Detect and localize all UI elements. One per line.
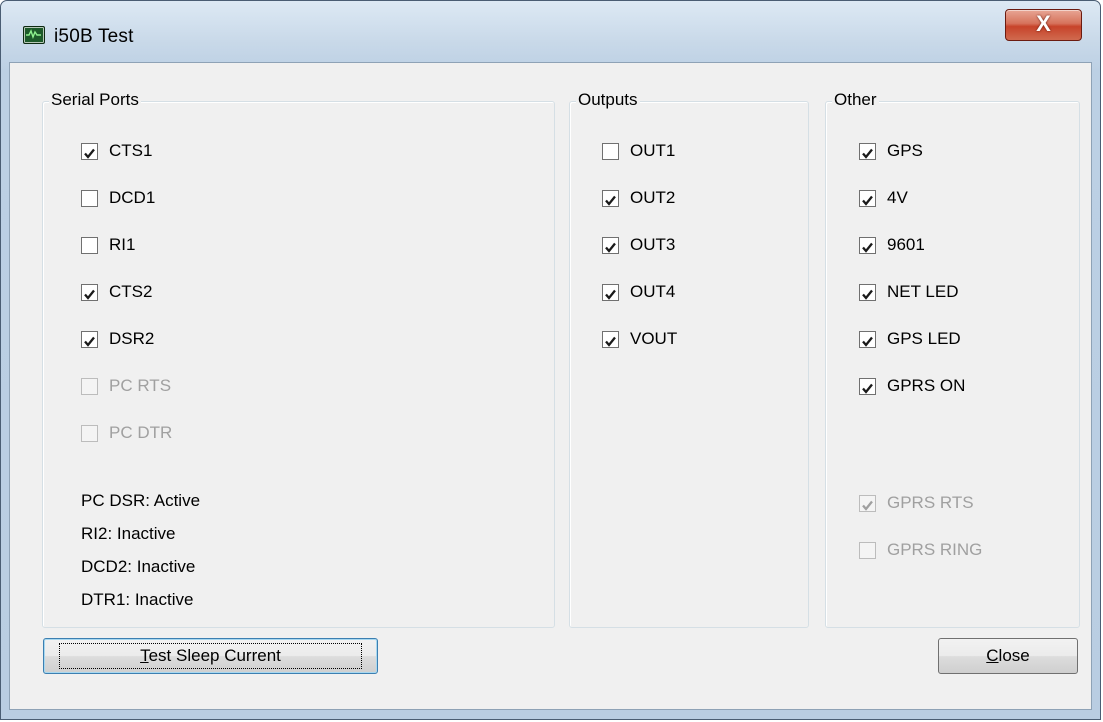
title-bar[interactable]: i50B Test X (1, 1, 1100, 63)
checkbox-gps-led[interactable]: GPS LED (859, 327, 961, 351)
test-sleep-current-label: Test Sleep Current (59, 643, 362, 669)
checkbox-out2[interactable]: OUT2 (602, 186, 675, 210)
checkbox-gps[interactable]: GPS (859, 139, 923, 163)
checkbox-label: GPRS RTS (887, 493, 974, 512)
checkbox-label: VOUT (630, 329, 678, 348)
close-button[interactable]: Close (938, 638, 1078, 674)
checkbox-label: OUT2 (630, 188, 676, 207)
dialog-client-area: Serial Ports CTS1 DCD1 RI1 CTS2 DSR2 PC RTS PC… (9, 62, 1092, 710)
outputs-group-label: Outputs (576, 90, 640, 110)
status-line: RI2: Inactive (81, 524, 176, 543)
checkmark-icon (859, 189, 876, 207)
checkbox-label: 9601 (887, 235, 925, 254)
checkbox-out1[interactable]: OUT1 (602, 139, 675, 163)
serial-ports-group: Serial Ports CTS1 DCD1 RI1 CTS2 DSR2 PC RTS PC… (42, 90, 555, 628)
checkmark-icon (859, 377, 876, 395)
checkbox-gprs-rts: GPRS RTS (859, 491, 974, 515)
checkmark-icon (859, 283, 876, 301)
app-waveform-icon (23, 26, 45, 44)
checkbox-gprs-on[interactable]: GPRS ON (859, 374, 965, 398)
checkbox-label: GPS (887, 141, 923, 160)
checkmark-icon (859, 142, 876, 160)
checkbox-9601[interactable]: 9601 (859, 233, 925, 257)
checkbox-dsr2[interactable]: DSR2 (81, 327, 154, 351)
test-sleep-current-button[interactable]: Test Sleep Current (43, 638, 378, 674)
checkmark-icon (859, 494, 876, 512)
checkbox-label: CTS2 (109, 282, 153, 301)
checkbox-4v[interactable]: 4V (859, 186, 908, 210)
close-button-label: Close (986, 646, 1030, 665)
checkbox-label: CTS1 (109, 141, 153, 160)
checkbox-label: RI1 (109, 235, 136, 254)
checkmark-icon (81, 283, 98, 301)
checkbox-box (81, 189, 98, 207)
checkmark-icon (602, 283, 619, 301)
checkbox-cts2[interactable]: CTS2 (81, 280, 152, 304)
checkmark-icon (602, 330, 619, 348)
checkbox-label: OUT1 (630, 141, 676, 160)
dialog-window: i50B Test X Serial Ports CTS1 DCD1 RI1 CTS2… (0, 0, 1101, 720)
checkmark-icon (81, 330, 98, 348)
checkmark-icon (602, 189, 619, 207)
checkbox-box (81, 236, 98, 254)
checkbox-cts1[interactable]: CTS1 (81, 139, 152, 163)
other-group-label: Other (832, 90, 879, 110)
checkbox-label: OUT3 (630, 235, 676, 254)
close-x-icon: X (1036, 11, 1051, 36)
status-line: PC DSR: Active (81, 491, 201, 510)
checkmark-icon (859, 236, 876, 254)
status-line: DTR1: Inactive (81, 590, 194, 609)
checkbox-label: 4V (887, 188, 908, 207)
checkbox-label: DCD1 (109, 188, 156, 207)
checkbox-label: GPS LED (887, 329, 961, 348)
checkbox-label: NET LED (887, 282, 959, 301)
checkmark-icon (859, 330, 876, 348)
checkbox-label: PC RTS (109, 376, 172, 395)
checkbox-dcd1[interactable]: DCD1 (81, 186, 155, 210)
checkbox-vout[interactable]: VOUT (602, 327, 677, 351)
checkbox-pc-rts: PC RTS (81, 374, 171, 398)
checkbox-label: PC DTR (109, 423, 173, 442)
checkbox-box (602, 142, 619, 160)
checkbox-box (859, 541, 876, 559)
outputs-group: Outputs OUT1 OUT2 OUT3 OUT4 VOUT (569, 90, 809, 628)
checkbox-ri1[interactable]: RI1 (81, 233, 135, 257)
checkbox-label: OUT4 (630, 282, 676, 301)
checkbox-label: GPRS RING (887, 540, 983, 559)
status-line: DCD2: Inactive (81, 557, 196, 576)
checkbox-label: GPRS ON (887, 376, 966, 395)
checkbox-box (81, 377, 98, 395)
serial-ports-group-label: Serial Ports (49, 90, 141, 110)
checkbox-label: DSR2 (109, 329, 155, 348)
checkmark-icon (81, 142, 98, 160)
window-title: i50B Test (54, 26, 134, 47)
checkbox-out3[interactable]: OUT3 (602, 233, 675, 257)
checkbox-pc-dtr: PC DTR (81, 421, 172, 445)
window-close-button[interactable]: X (1005, 9, 1082, 41)
checkbox-net-led[interactable]: NET LED (859, 280, 959, 304)
checkmark-icon (602, 236, 619, 254)
checkbox-box (81, 424, 98, 442)
checkbox-out4[interactable]: OUT4 (602, 280, 675, 304)
other-group: Other GPS 4V 9601 NET LED GPS LED GPRS ON GPRS… (825, 90, 1080, 628)
checkbox-gprs-ring: GPRS RING (859, 538, 982, 562)
